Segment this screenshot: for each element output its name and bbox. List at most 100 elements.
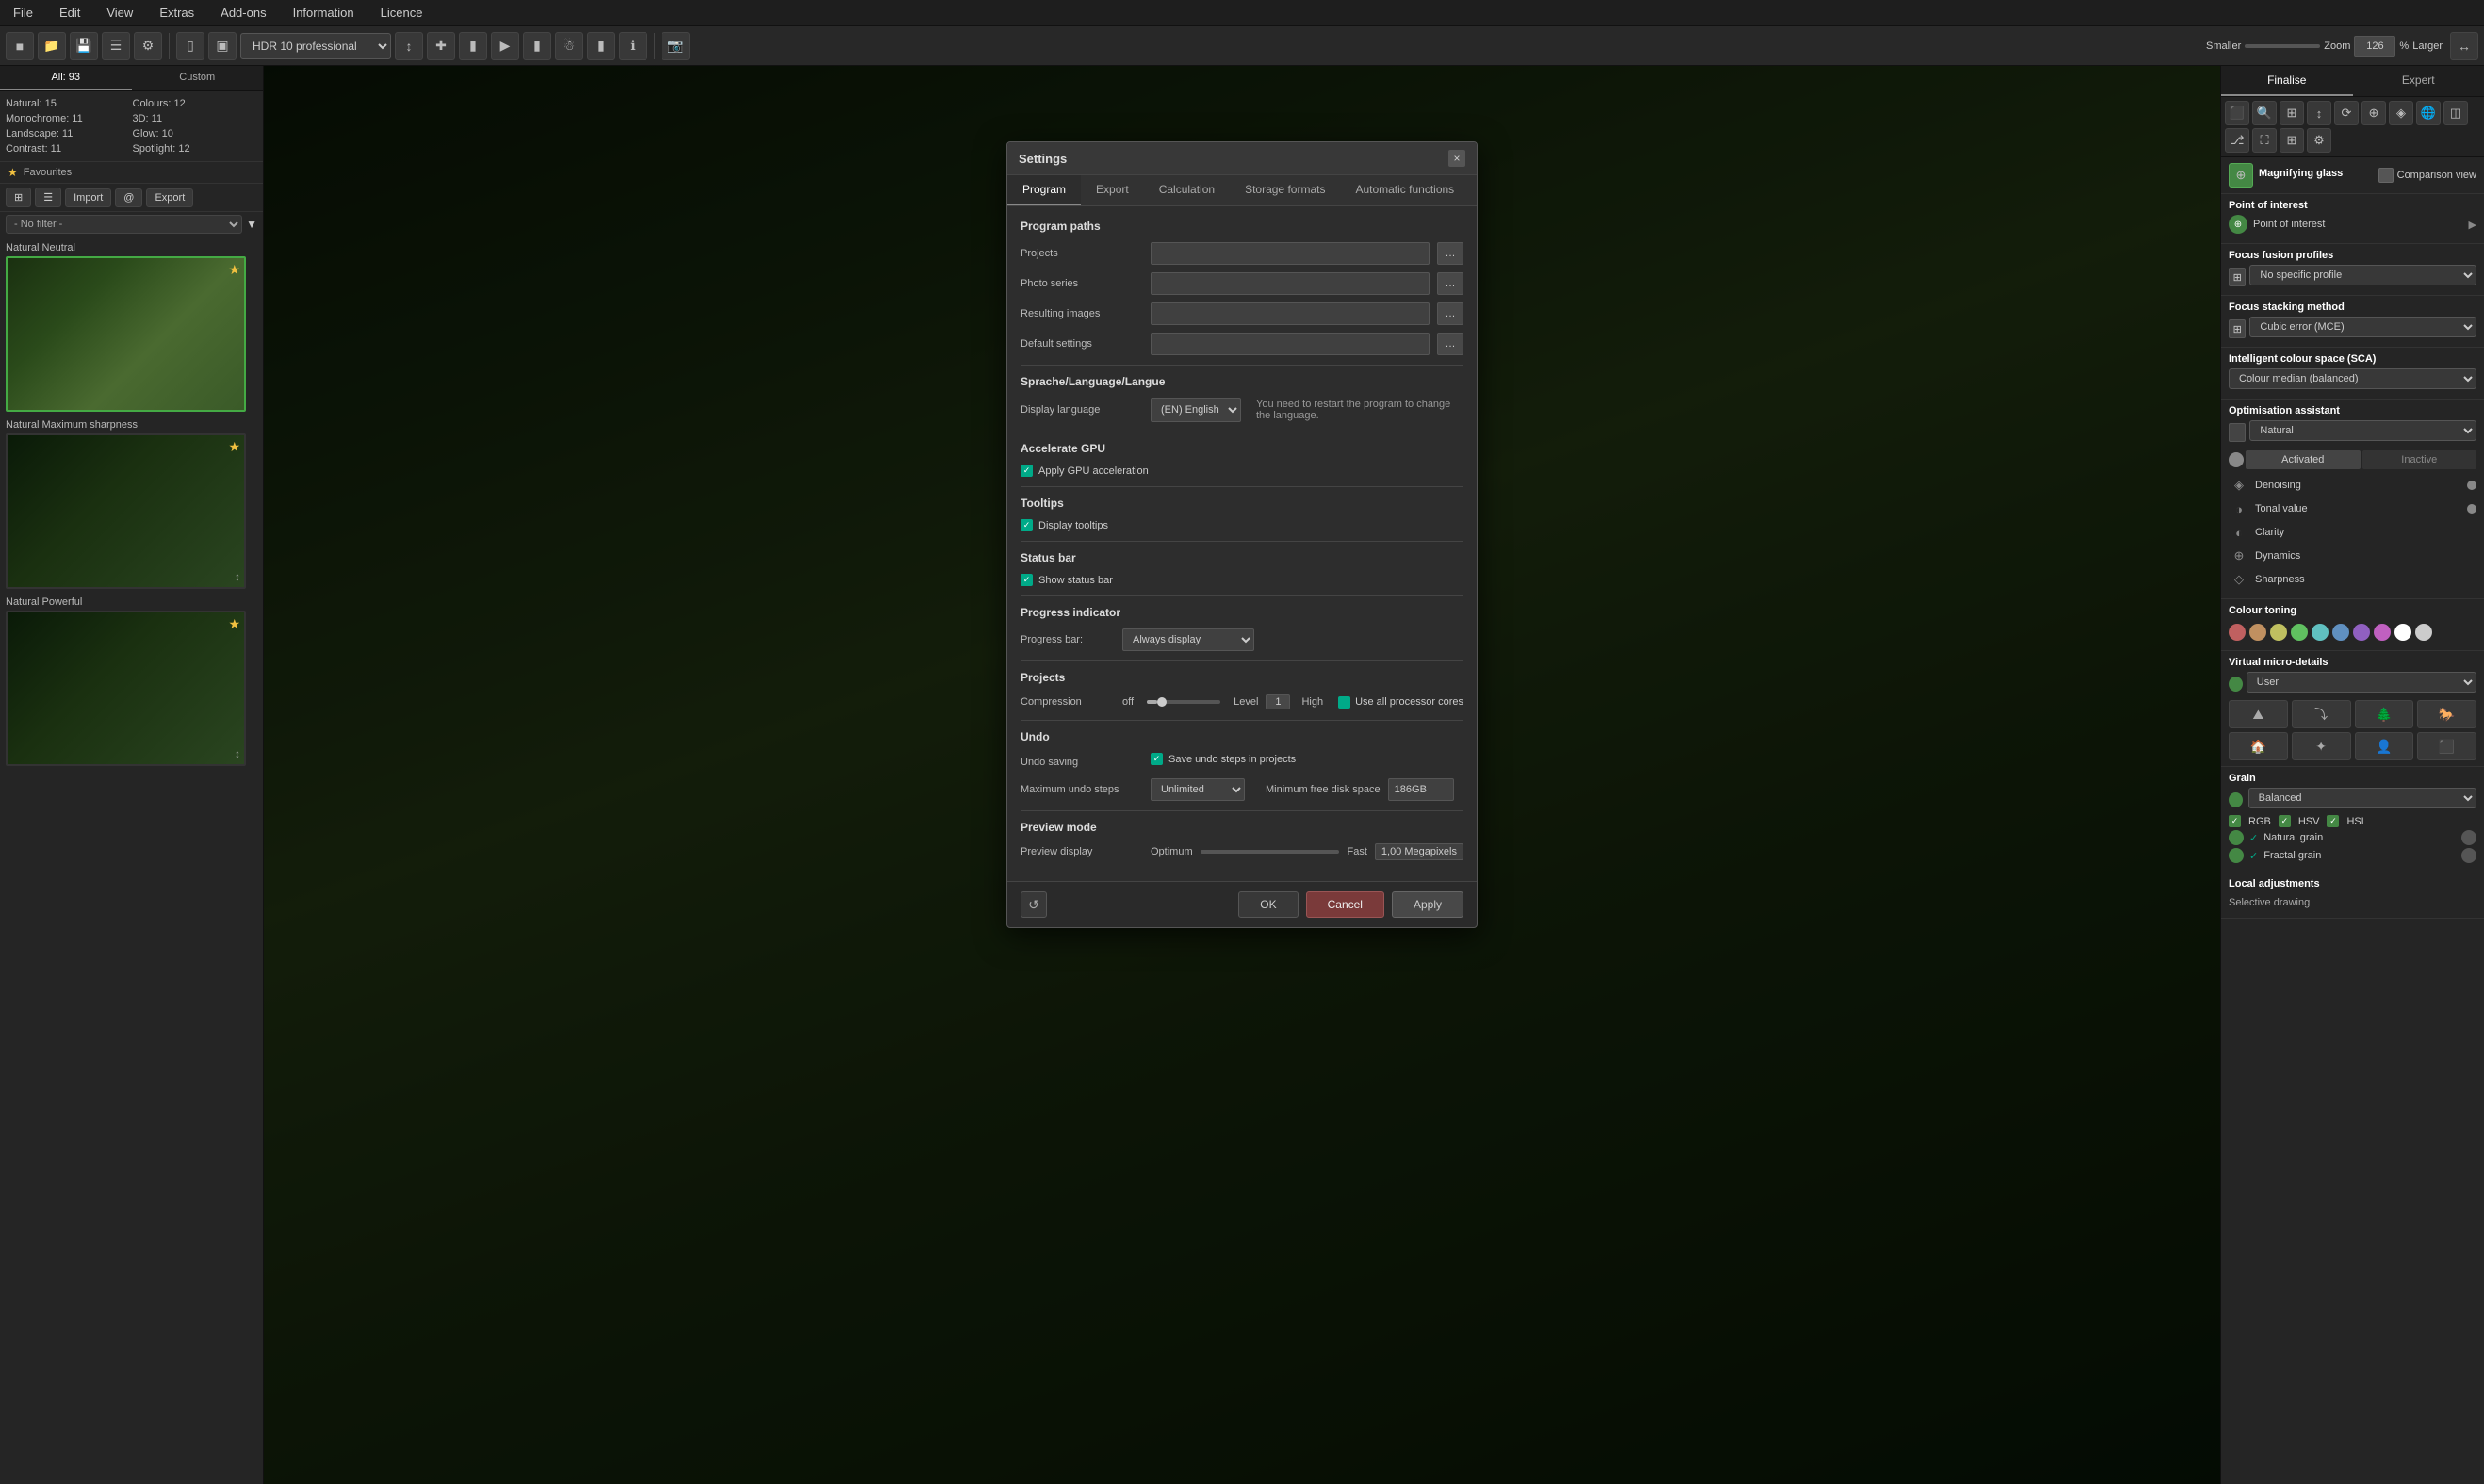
modal-tab-program[interactable]: Program	[1007, 175, 1081, 205]
thumb-natural-powerful[interactable]: Natural Powerful ★ ↕	[6, 596, 257, 766]
right-tool-5[interactable]: ⟳	[2334, 101, 2359, 125]
reset-btn[interactable]: ↺	[1021, 891, 1047, 918]
menu-information[interactable]: Information	[289, 6, 358, 20]
tooltips-checkbox[interactable]: ✓	[1021, 519, 1033, 531]
language-select[interactable]: (EN) English	[1151, 398, 1241, 422]
import-btn[interactable]: Import	[65, 188, 111, 207]
poi-expand-icon[interactable]: ▶	[2469, 219, 2476, 231]
focus-stacking-select[interactable]: Cubic error (MCE)	[2249, 317, 2476, 337]
use-all-checkbox[interactable]	[1338, 696, 1350, 709]
focus-fusion-select[interactable]: No specific profile	[2249, 265, 2476, 285]
vmd-icon-person[interactable]: ⤵	[2292, 700, 2351, 728]
toolbar-compare[interactable]: ▮	[587, 32, 615, 60]
preview-slider[interactable]	[1201, 850, 1340, 854]
thumb-img-2[interactable]: ★ ↕	[6, 611, 246, 766]
ok-button[interactable]: OK	[1238, 891, 1298, 918]
apply-button[interactable]: Apply	[1392, 891, 1463, 918]
grid-view-btn[interactable]: ⊞	[6, 188, 31, 207]
toolbar-settings[interactable]: ⚙	[134, 32, 162, 60]
inactive-btn[interactable]: Inactive	[2362, 450, 2477, 469]
toolbar-save[interactable]: 💾	[70, 32, 98, 60]
right-tool-2[interactable]: 🔍	[2252, 101, 2277, 125]
at-btn[interactable]: @	[115, 188, 142, 207]
menu-licence[interactable]: Licence	[377, 6, 427, 20]
toolbar-new[interactable]: ■	[6, 32, 34, 60]
color-dot-7[interactable]	[2374, 624, 2391, 641]
menu-view[interactable]: View	[103, 6, 137, 20]
color-dot-9[interactable]	[2415, 624, 2432, 641]
right-tool-12[interactable]: ⊞	[2280, 128, 2304, 153]
path-projects-browse[interactable]: …	[1437, 242, 1463, 265]
tab-all[interactable]: All: 93	[0, 66, 132, 90]
right-tool-4[interactable]: ↕	[2307, 101, 2331, 125]
gpu-checkbox[interactable]: ✓	[1021, 465, 1033, 477]
filter-select[interactable]: - No filter -	[6, 215, 242, 234]
color-dot-5[interactable]	[2332, 624, 2349, 641]
toolbar-grid[interactable]: ☰	[102, 32, 130, 60]
grain-select[interactable]: Balanced	[2248, 788, 2476, 808]
comp-slider[interactable]	[1147, 700, 1220, 704]
color-dot-8[interactable]	[2394, 624, 2411, 641]
vmd-icon-star[interactable]: ✦	[2292, 732, 2351, 760]
menu-addons[interactable]: Add-ons	[217, 6, 270, 20]
optimisation-select[interactable]: Natural	[2249, 420, 2476, 441]
vmd-icon-horse[interactable]: 🐎	[2417, 700, 2476, 728]
list-view-btn[interactable]: ☰	[35, 188, 61, 207]
toolbar-info[interactable]: ℹ	[619, 32, 647, 60]
color-dot-6[interactable]	[2353, 624, 2370, 641]
right-tool-13[interactable]: ⚙	[2307, 128, 2331, 153]
color-dot-4[interactable]	[2312, 624, 2329, 641]
right-tool-7[interactable]: ◈	[2389, 101, 2413, 125]
toolbar-paste[interactable]: ▣	[208, 32, 237, 60]
right-tool-3[interactable]: ⊞	[2280, 101, 2304, 125]
color-dot-2[interactable]	[2270, 624, 2287, 641]
modal-tab-calculation[interactable]: Calculation	[1144, 175, 1230, 205]
toolbar-plus[interactable]: ✚	[427, 32, 455, 60]
thumb-img-0[interactable]: ★	[6, 256, 246, 412]
toolbar-wave[interactable]: ☃	[555, 32, 583, 60]
vmd-icon-building[interactable]: 🏠	[2229, 732, 2288, 760]
path-resulting-input[interactable]	[1151, 302, 1430, 325]
right-tab-expert[interactable]: Expert	[2353, 66, 2484, 96]
color-dot-0[interactable]	[2229, 624, 2246, 641]
magnifying-glass-icon[interactable]: ⊕	[2229, 163, 2253, 188]
right-tool-6[interactable]: ⊕	[2361, 101, 2386, 125]
menu-extras[interactable]: Extras	[155, 6, 198, 20]
path-photo-input[interactable]	[1151, 272, 1430, 295]
toolbar-minus[interactable]: ▮	[459, 32, 487, 60]
color-dot-3[interactable]	[2291, 624, 2308, 641]
modal-tab-export[interactable]: Export	[1081, 175, 1144, 205]
export-btn[interactable]: Export	[146, 188, 193, 207]
modal-tab-storage[interactable]: Storage formats	[1230, 175, 1340, 205]
path-resulting-browse[interactable]: …	[1437, 302, 1463, 325]
cancel-button[interactable]: Cancel	[1306, 891, 1384, 918]
right-tab-finalise[interactable]: Finalise	[2221, 66, 2353, 96]
toolbar-play[interactable]: ▶	[491, 32, 519, 60]
hsv-checkbox[interactable]: ✓	[2279, 815, 2291, 827]
min-disk-input[interactable]	[1388, 778, 1454, 801]
toolbar-camera[interactable]: 📷	[662, 32, 690, 60]
path-default-browse[interactable]: …	[1437, 333, 1463, 355]
vmd-icon-square[interactable]: ⬛	[2417, 732, 2476, 760]
modal-close-btn[interactable]: ×	[1448, 150, 1465, 167]
colour-space-select[interactable]: Colour median (balanced)	[2229, 368, 2476, 389]
right-tool-11[interactable]: ⛶	[2252, 128, 2277, 153]
hsl-checkbox[interactable]: ✓	[2327, 815, 2339, 827]
right-tool-1[interactable]: ⬛	[2225, 101, 2249, 125]
toolbar-open[interactable]: 📁	[38, 32, 66, 60]
rgb-checkbox[interactable]: ✓	[2229, 815, 2241, 827]
menu-edit[interactable]: Edit	[56, 6, 84, 20]
vmd-icon-face[interactable]: 👤	[2355, 732, 2414, 760]
tab-custom[interactable]: Custom	[132, 66, 264, 90]
statusbar-checkbox[interactable]: ✓	[1021, 574, 1033, 586]
thumb-natural-neutral[interactable]: Natural Neutral ★	[6, 242, 257, 412]
max-undo-select[interactable]: Unlimited	[1151, 778, 1245, 801]
poi-icon[interactable]: ⊕	[2229, 215, 2247, 234]
vmd-select[interactable]: User	[2247, 672, 2476, 693]
zoom-slider[interactable]	[2245, 44, 2320, 48]
path-photo-browse[interactable]: …	[1437, 272, 1463, 295]
thumb-natural-max[interactable]: Natural Maximum sharpness ★ ↕	[6, 419, 257, 589]
vmd-icon-tree[interactable]: 🌲	[2355, 700, 2414, 728]
toolbar-expand[interactable]: ↕	[395, 32, 423, 60]
zoom-fit[interactable]: ↔	[2450, 32, 2478, 60]
